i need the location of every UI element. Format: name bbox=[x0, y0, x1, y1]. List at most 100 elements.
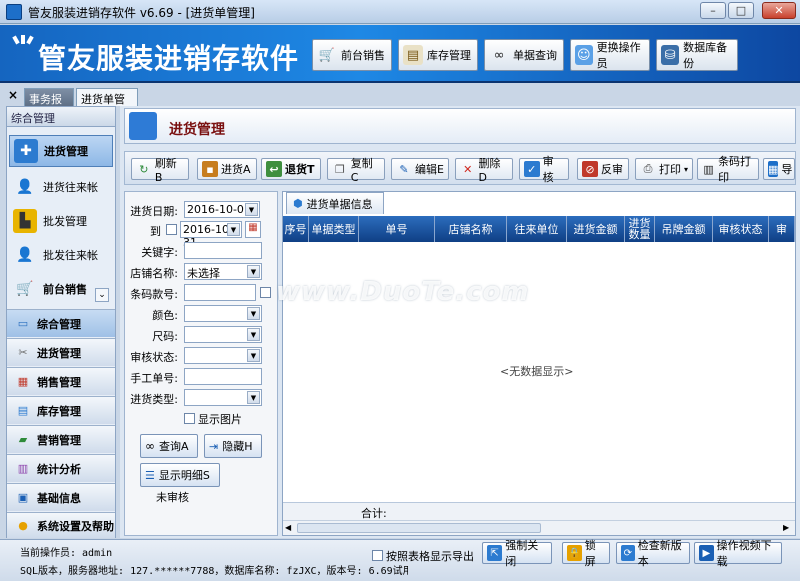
chevron-down-icon[interactable]: ▼ bbox=[247, 307, 260, 320]
print-button[interactable]: ⎙ 打印 ▾ bbox=[635, 158, 693, 180]
refresh-button[interactable]: ↻ 刷新B bbox=[131, 157, 189, 184]
nav-item-wholesale[interactable]: ▙ 批发管理 bbox=[9, 205, 113, 237]
column-header[interactable]: 进货数量 bbox=[625, 216, 655, 242]
column-header[interactable]: 往来单位 bbox=[507, 216, 567, 242]
force-close-button[interactable]: ⇱ 强制关闭 bbox=[482, 539, 552, 568]
show-detail-button[interactable]: ☰ 显示明细S bbox=[140, 463, 220, 487]
tools-icon: ✂ bbox=[18, 346, 28, 359]
hide-icon: ⇥ bbox=[209, 439, 219, 453]
query-button[interactable]: ∞ 查询A bbox=[140, 434, 198, 458]
color-select[interactable]: ▼ bbox=[184, 305, 262, 322]
date-to-picker[interactable]: 2016-10-31 ▼ bbox=[180, 221, 242, 249]
column-header[interactable]: 审核状态 bbox=[713, 216, 769, 242]
audit-button[interactable]: ✓ 审核 bbox=[519, 155, 569, 184]
horizontal-scrollbar[interactable]: ◀ ▶ bbox=[283, 520, 795, 535]
db-backup-button[interactable]: ⛁ 数据库备份 bbox=[656, 39, 738, 71]
tab-report[interactable]: 事务报告 bbox=[24, 88, 74, 122]
lock-screen-button[interactable]: 🔒 锁屏 bbox=[562, 539, 610, 568]
chevron-down-icon[interactable]: ▼ bbox=[247, 265, 260, 278]
doc-query-button[interactable]: ∞ 单据查询 bbox=[484, 39, 564, 71]
front-sales-button[interactable]: 🛒 前台销售 bbox=[312, 39, 392, 71]
nav-collapse-button[interactable]: ⌄ bbox=[95, 288, 109, 302]
date-to-checkbox[interactable] bbox=[166, 224, 177, 235]
barcode-exact-checkbox[interactable] bbox=[260, 287, 271, 298]
print-dropdown-icon[interactable]: ▾ bbox=[684, 165, 688, 174]
scroll-left-icon[interactable]: ◀ bbox=[285, 523, 291, 532]
nav-group-sales[interactable]: ▦ 销售管理 bbox=[7, 367, 115, 395]
close-tab-icon[interactable]: × bbox=[8, 88, 18, 102]
column-header[interactable]: 进货金额 bbox=[567, 216, 625, 242]
maximize-button[interactable]: □ bbox=[728, 2, 754, 19]
unaudit-label: 反审 bbox=[601, 163, 623, 176]
keyword-input[interactable] bbox=[184, 242, 262, 259]
column-header[interactable]: 单号 bbox=[359, 216, 435, 242]
database-icon: ⛁ bbox=[661, 45, 680, 65]
hide-button[interactable]: ⇥ 隐藏H bbox=[204, 434, 262, 458]
calendar-icon[interactable]: ▦ bbox=[245, 221, 261, 238]
close-button[interactable]: ✕ bbox=[762, 2, 796, 19]
delete-label: 删除D bbox=[478, 156, 501, 184]
manual-no-input[interactable] bbox=[184, 368, 262, 385]
show-detail-label: 显示明细S bbox=[158, 469, 210, 482]
chevron-down-icon[interactable]: ▼ bbox=[247, 349, 260, 362]
column-header[interactable]: 单据类型 bbox=[309, 216, 359, 242]
scroll-right-icon[interactable]: ▶ bbox=[783, 523, 789, 532]
minimize-button[interactable]: – bbox=[700, 2, 726, 19]
unaudit-icon: ⊘ bbox=[582, 161, 598, 177]
nav-item-wholesale-ledger[interactable]: 👤 批发往来帐 bbox=[9, 239, 113, 271]
column-header[interactable]: 序号 bbox=[283, 216, 309, 242]
nav-group-label: 统计分析 bbox=[37, 462, 81, 476]
nav-group-inventory[interactable]: ▤ 库存管理 bbox=[7, 396, 115, 424]
delete-button[interactable]: ✕ 删除D bbox=[455, 157, 513, 184]
barcode-print-button[interactable]: ▥ 条码打印 bbox=[697, 155, 759, 184]
export-as-table-checkbox[interactable] bbox=[372, 550, 383, 561]
app-icon bbox=[6, 4, 22, 20]
user-ledger-icon: 👤 bbox=[16, 179, 34, 195]
list-icon: ☰ bbox=[145, 468, 155, 482]
chevron-down-icon[interactable]: ▼ bbox=[247, 391, 260, 404]
binoculars-icon: ∞ bbox=[493, 47, 505, 63]
chevron-down-icon[interactable]: ▼ bbox=[227, 223, 240, 236]
barcode-input[interactable] bbox=[184, 284, 256, 301]
copy-label: 复制C bbox=[350, 156, 373, 184]
date-from-picker[interactable]: 2016-10-01 ▼ bbox=[184, 201, 260, 218]
tab-order-info-label: 进货单据信息 bbox=[306, 197, 373, 211]
nav-group-stats[interactable]: ▥ 统计分析 bbox=[7, 454, 115, 482]
chevron-down-icon[interactable]: ▼ bbox=[245, 203, 258, 216]
nav-group-purchase[interactable]: ✂ 进货管理 bbox=[7, 338, 115, 366]
audit-icon: ✓ bbox=[524, 161, 540, 177]
tab-order-info[interactable]: ⬢ 进货单据信息 bbox=[286, 192, 384, 214]
page-header: 进货管理 bbox=[124, 108, 796, 144]
check-update-button[interactable]: ⟳ 检查新版本 bbox=[616, 539, 690, 568]
logo-icon bbox=[12, 35, 34, 45]
column-header[interactable]: 审 bbox=[769, 216, 795, 242]
brand-title: 管友服装进销存软件 bbox=[38, 42, 300, 75]
nav-group-basic-info[interactable]: ▣ 基础信息 bbox=[7, 483, 115, 511]
tab-purchase-orders[interactable]: 进货单管理 bbox=[76, 88, 138, 122]
unaudit-button[interactable]: ⊘ 反审 bbox=[577, 158, 629, 180]
purchase-button[interactable]: ▪ 进货A bbox=[197, 158, 257, 180]
nav-item-purchase[interactable]: ✚ 进货管理 bbox=[9, 135, 113, 167]
inventory-button[interactable]: ▤ 库存管理 bbox=[398, 39, 478, 71]
nav-item-purchase-ledger[interactable]: 👤 进货往来帐 bbox=[9, 171, 113, 203]
copy-button[interactable]: ❐ 复制C bbox=[327, 157, 385, 184]
column-header[interactable]: 店铺名称 bbox=[435, 216, 507, 242]
column-header[interactable]: 吊牌金额 bbox=[655, 216, 713, 242]
audit-status-select[interactable]: ▼ bbox=[184, 347, 262, 364]
nav-group-marketing[interactable]: ▰ 营销管理 bbox=[7, 425, 115, 453]
return-button[interactable]: ↩ 退货T bbox=[261, 158, 321, 180]
ledger-icon: ▤ bbox=[403, 45, 423, 65]
edit-button[interactable]: ✎ 编辑E bbox=[391, 158, 449, 180]
scrollbar-thumb[interactable] bbox=[297, 523, 541, 533]
store-select[interactable]: 未选择 ▼ bbox=[184, 263, 262, 280]
show-image-checkbox[interactable] bbox=[184, 413, 195, 424]
video-download-button[interactable]: ▶ 操作视频下载 bbox=[694, 539, 782, 568]
purchase-type-select[interactable]: ▼ bbox=[184, 389, 262, 406]
chevron-down-icon[interactable]: ▼ bbox=[247, 328, 260, 341]
nav-group-label: 基础信息 bbox=[37, 491, 81, 505]
size-select[interactable]: ▼ bbox=[184, 326, 262, 343]
export-button[interactable]: ▦ 导 bbox=[763, 158, 795, 180]
switch-operator-button[interactable]: ☺ 更换操作员 bbox=[570, 39, 650, 71]
nav-group-general[interactable]: ▭ 综合管理 bbox=[7, 309, 115, 337]
nav-group-settings-help[interactable]: ● 系统设置及帮助 bbox=[7, 512, 115, 538]
